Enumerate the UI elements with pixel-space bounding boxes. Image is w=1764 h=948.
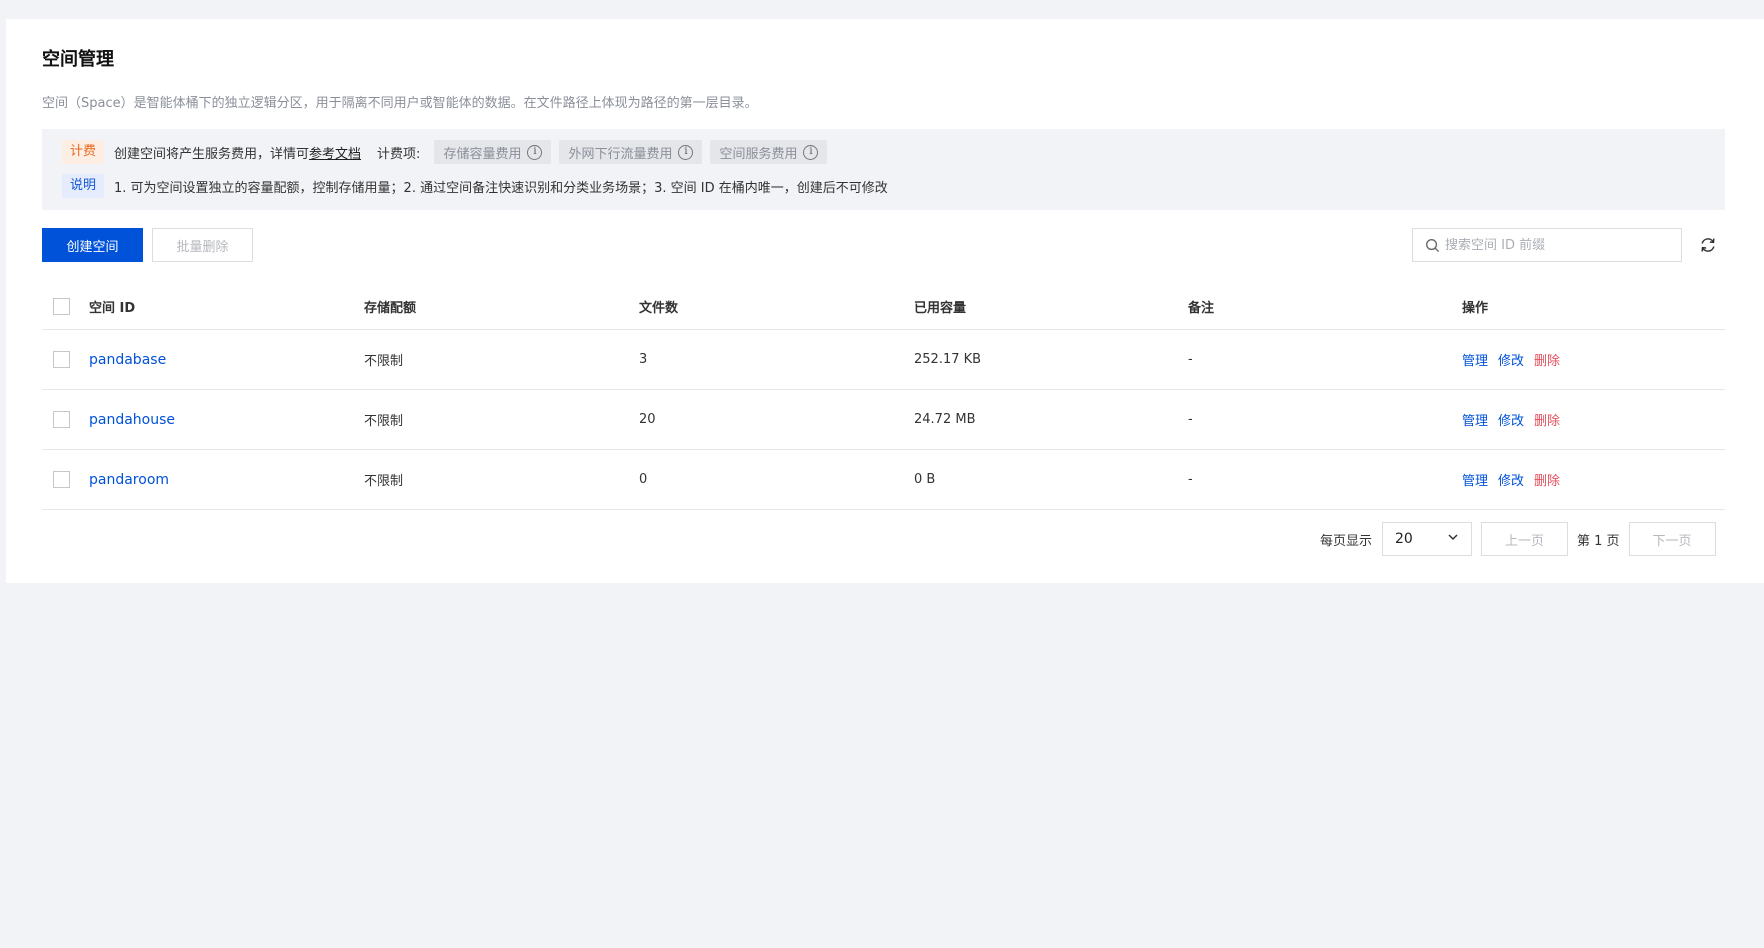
table-row: pandaroom 不限制 0 0 B - 管理 修改 删除 [42,450,1725,510]
note-text: 1. 可为空间设置独立的容量配额，控制存储用量；2. 通过空间备注快速识别和分类… [114,180,888,196]
row-select-cell [42,411,89,428]
fee-chip-service: 空间服务费用 i [710,140,828,164]
page-size-select[interactable]: 20 [1382,522,1473,556]
space-id-link[interactable]: pandahouse [89,412,175,428]
page-title: 空间管理 [42,49,114,70]
quota-cell: 不限制 [364,474,404,489]
table-header: 空间 ID 存储配额 文件数 已用容量 备注 操作 [42,283,1725,330]
files-cell: 0 [639,472,648,487]
manage-link[interactable]: 管理 [1462,410,1488,429]
ops-cell: 管理 修改 删除 [1462,410,1725,429]
fee-chip-traffic: 外网下行流量费用 i [559,140,703,164]
current-page-label: 第 1 页 [1577,533,1620,549]
table-row: pandabase 不限制 3 252.17 KB - 管理 修改 删除 [42,330,1725,390]
quota-cell: 不限制 [364,414,404,429]
column-header-used: 已用容量 [914,300,967,316]
fee-chip-storage: 存储容量费用 i [434,140,552,164]
spaces-table: 空间 ID 存储配额 文件数 已用容量 备注 操作 pandabase 不限制 … [42,283,1725,510]
info-icon[interactable]: i [678,144,694,160]
space-id-cell: pandahouse [89,412,364,428]
create-space-button[interactable]: 创建空间 [42,228,143,262]
row-select-cell [42,351,89,368]
column-header-remark: 备注 [1188,300,1215,316]
prev-page-button: 上一页 [1481,522,1569,556]
column-header-quota: 存储配额 [364,300,417,316]
fee-chip-label: 外网下行流量费用 [568,146,673,162]
manage-link[interactable]: 管理 [1462,350,1488,369]
fee-items-label: 计费项: [377,146,421,162]
space-id-cell: pandaroom [89,472,364,488]
edit-link[interactable]: 修改 [1498,410,1524,429]
used-cell: 24.72 MB [914,412,976,427]
notice-panel: 计费 创建空间将产生服务费用，详情可 参考文档 计费项: 存储容量费用 i 外网… [42,129,1725,210]
files-cell: 20 [639,412,656,427]
edit-link[interactable]: 修改 [1498,470,1524,489]
search-box [1412,228,1682,262]
next-page-button: 下一页 [1628,522,1716,556]
table-row: pandahouse 不限制 20 24.72 MB - 管理 修改 删除 [42,390,1725,450]
remark-cell: - [1188,352,1193,367]
note-tag: 说明 [62,174,105,198]
manage-link[interactable]: 管理 [1462,470,1488,489]
remark-cell: - [1188,412,1193,427]
used-cell: 252.17 KB [914,352,982,367]
space-id-link[interactable]: pandaroom [89,472,169,488]
search-icon [1413,238,1445,253]
row-checkbox[interactable] [53,411,70,428]
remark-cell: - [1188,472,1193,487]
delete-link[interactable]: 删除 [1534,470,1560,489]
page-description: 空间（Space）是智能体桶下的独立逻辑分区，用于隔离不同用户或智能体的数据。在… [42,96,758,111]
fee-chip-label: 存储容量费用 [443,146,522,162]
batch-delete-button: 批量删除 [152,228,253,262]
per-page-label: 每页显示 [1320,533,1373,549]
fee-tag: 计费 [62,140,105,164]
refresh-icon[interactable] [1696,233,1720,257]
used-cell: 0 B [914,472,936,487]
ops-cell: 管理 修改 删除 [1462,350,1725,369]
delete-link[interactable]: 删除 [1534,410,1560,429]
select-all-checkbox[interactable] [53,297,70,315]
fee-notice-row: 计费 创建空间将产生服务费用，详情可 参考文档 计费项: 存储容量费用 i 外网… [62,140,835,164]
select-all-cell [42,297,89,315]
search-input[interactable] [1445,237,1665,253]
space-id-link[interactable]: pandabase [89,352,166,368]
row-checkbox[interactable] [53,351,70,368]
page-size-value: 20 [1395,531,1413,547]
column-header-id: 空间 ID [89,300,136,316]
quota-cell: 不限制 [364,354,404,369]
note-notice-row: 说明 1. 可为空间设置独立的容量配额，控制存储用量；2. 通过空间备注快速识别… [62,174,888,198]
column-header-ops: 操作 [1462,300,1489,316]
delete-link[interactable]: 删除 [1534,350,1560,369]
files-cell: 3 [639,352,648,367]
chevron-down-icon [1447,531,1459,547]
column-header-files: 文件数 [639,300,679,316]
fee-chip-label: 空间服务费用 [719,146,798,162]
info-icon[interactable]: i [803,144,819,160]
ops-cell: 管理 修改 删除 [1462,470,1725,489]
row-select-cell [42,471,89,488]
edit-link[interactable]: 修改 [1498,350,1524,369]
reference-doc-link[interactable]: 参考文档 [309,143,361,162]
info-icon[interactable]: i [527,144,543,160]
row-checkbox[interactable] [53,471,70,488]
fee-text: 创建空间将产生服务费用，详情可 [114,146,310,162]
space-id-cell: pandabase [89,352,364,368]
pagination: 每页显示 20 上一页 第 1 页 下一页 [1320,522,1716,556]
